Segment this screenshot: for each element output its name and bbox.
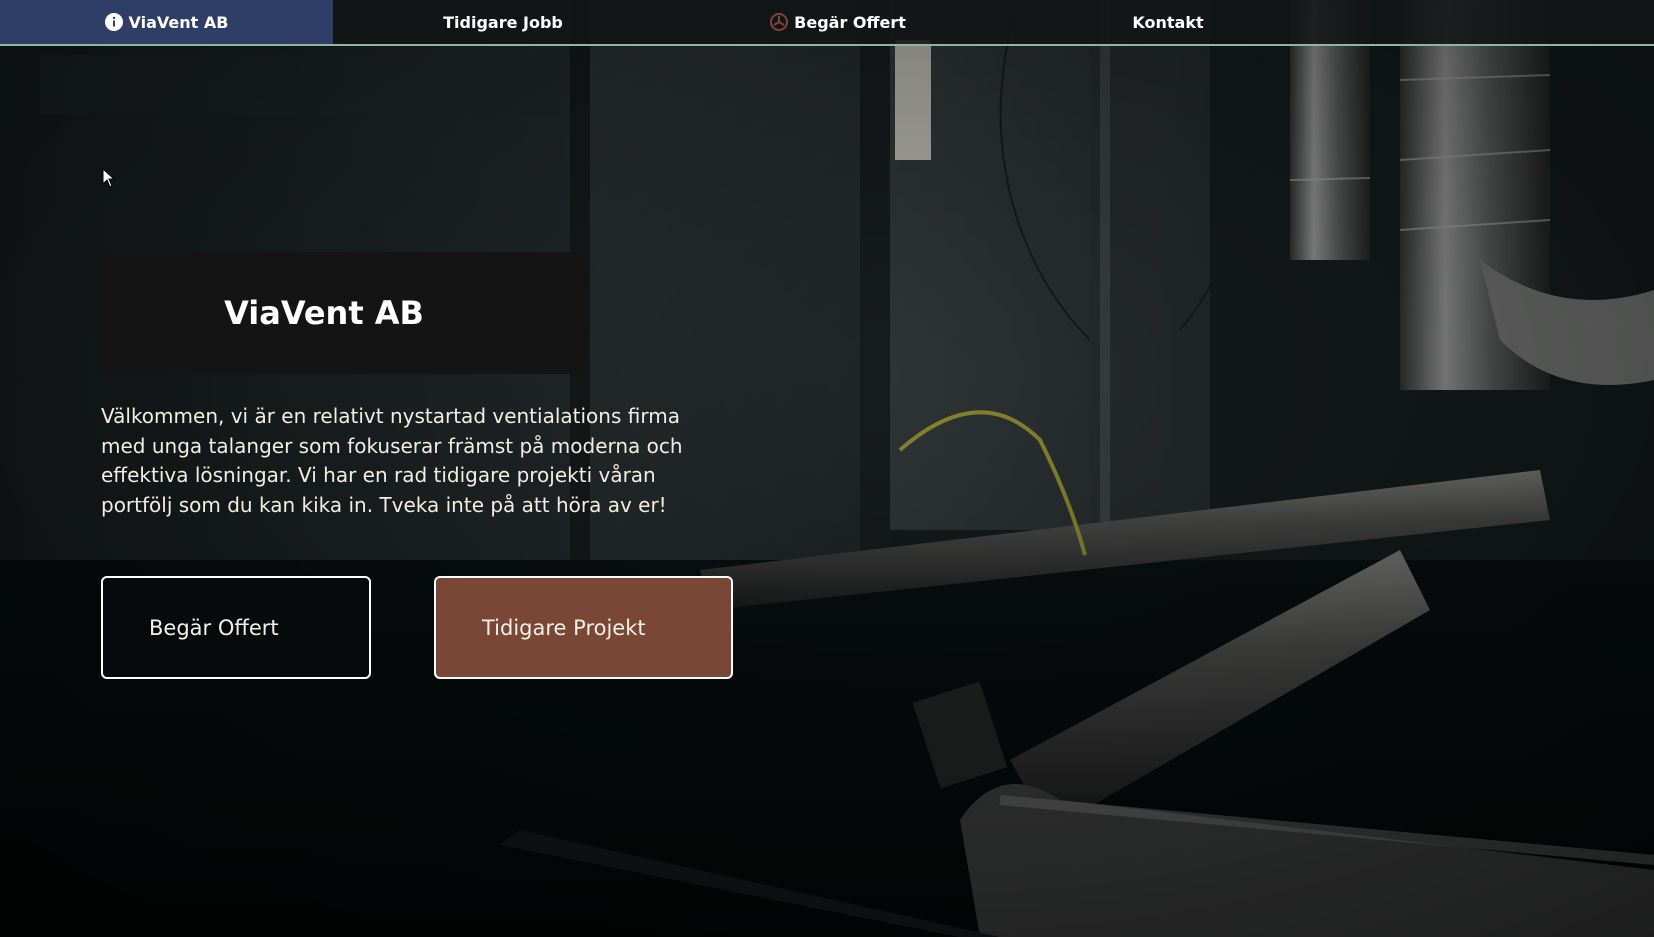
nav-item-tidigare-jobb[interactable]: Tidigare Jobb [333,0,673,44]
nav-item-label: ViaVent AB [128,12,229,32]
fan-icon [770,11,789,33]
nav-item-label: Begär Offert [794,12,906,32]
info-icon [104,13,123,31]
nav-item-begar-offert[interactable]: Begär Offert [673,0,1003,44]
nav-item-label: Tidigare Jobb [443,12,563,32]
previous-projects-button[interactable]: Tidigare Projekt [434,576,733,679]
nav-item-label: Kontakt [1132,12,1204,32]
top-navigation: ViaVent AB Tidigare Jobb Begär Offert Ko… [0,0,1654,46]
page-title: ViaVent AB [224,294,424,332]
hero-title-box: ViaVent AB [101,252,587,374]
request-quote-button[interactable]: Begär Offert [101,576,371,679]
mouse-cursor-icon [102,167,116,192]
nav-item-viavent[interactable]: ViaVent AB [0,0,333,44]
hero-description: Välkommen, vi är en relativt nystartad v… [101,404,683,517]
nav-item-kontakt[interactable]: Kontakt [1003,0,1333,44]
